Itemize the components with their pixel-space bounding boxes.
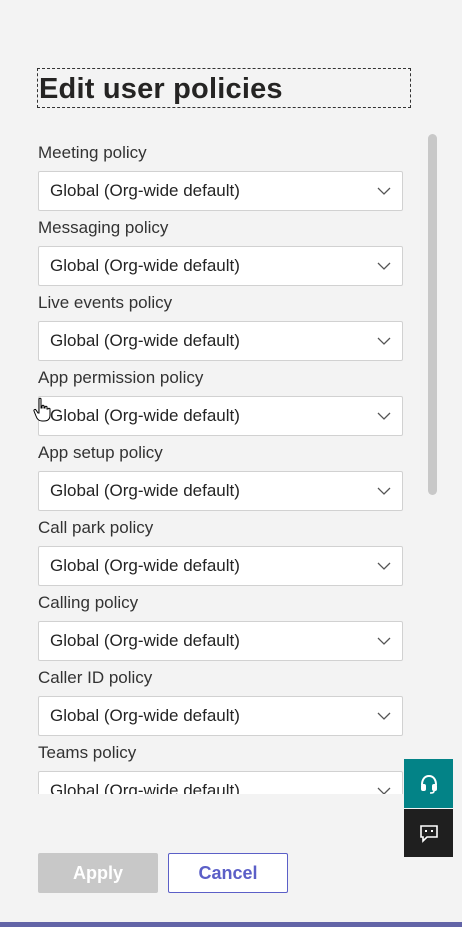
calling-policy-label: Calling policy: [38, 593, 139, 612]
chevron-down-icon: [377, 787, 391, 794]
chevron-down-icon: [377, 712, 391, 720]
app-setup-policy-field: App setup policy Global (Org-wide defaul…: [38, 443, 403, 511]
teams-policy-value: Global (Org-wide default): [50, 781, 240, 794]
help-button[interactable]: [404, 759, 453, 808]
call-park-policy-label: Call park policy: [38, 518, 154, 537]
calling-policy-dropdown[interactable]: Global (Org-wide default): [38, 621, 403, 661]
app-permission-policy-dropdown[interactable]: Global (Org-wide default): [38, 396, 403, 436]
chevron-down-icon: [377, 487, 391, 495]
calling-policy-value: Global (Org-wide default): [50, 631, 240, 650]
caller-id-policy-label: Caller ID policy: [38, 668, 153, 687]
call-park-policy-value: Global (Org-wide default): [50, 556, 240, 575]
chevron-down-icon: [377, 412, 391, 420]
chevron-down-icon: [377, 187, 391, 195]
messaging-policy-field: Messaging policy Global (Org-wide defaul…: [38, 218, 403, 286]
chevron-down-icon: [377, 637, 391, 645]
chevron-down-icon: [377, 262, 391, 270]
meeting-policy-dropdown[interactable]: Global (Org-wide default): [38, 171, 403, 211]
calling-policy-field: Calling policy Global (Org-wide default): [38, 593, 403, 661]
headset-icon: [420, 774, 437, 794]
call-park-policy-field: Call park policy Global (Org-wide defaul…: [38, 518, 403, 586]
app-setup-policy-dropdown[interactable]: Global (Org-wide default): [38, 471, 403, 511]
app-permission-policy-label: App permission policy: [38, 368, 204, 387]
apply-button[interactable]: Apply: [38, 853, 158, 893]
messaging-policy-dropdown[interactable]: Global (Org-wide default): [38, 246, 403, 286]
app-setup-policy-value: Global (Org-wide default): [50, 481, 240, 500]
meeting-policy-value: Global (Org-wide default): [50, 181, 240, 200]
live-events-policy-label: Live events policy: [38, 293, 173, 312]
caller-id-policy-value: Global (Org-wide default): [50, 706, 240, 725]
live-events-policy-value: Global (Org-wide default): [50, 331, 240, 350]
teams-policy-dropdown[interactable]: Global (Org-wide default): [38, 771, 403, 794]
app-permission-policy-field: App permission policy Global (Org-wide d…: [38, 368, 403, 436]
app-setup-policy-label: App setup policy: [38, 443, 163, 462]
live-events-policy-field: Live events policy Global (Org-wide defa…: [38, 293, 403, 361]
policy-list: Meeting policy Global (Org-wide default)…: [0, 134, 462, 794]
scrollbar-thumb[interactable]: [428, 134, 437, 495]
page-title: Edit user policies: [37, 68, 411, 108]
panel-footer: Apply Cancel: [0, 853, 462, 893]
cancel-button[interactable]: Cancel: [168, 853, 288, 893]
feedback-icon: [419, 825, 438, 843]
live-events-policy-dropdown[interactable]: Global (Org-wide default): [38, 321, 403, 361]
teams-policy-label: Teams policy: [38, 743, 137, 762]
meeting-policy-label: Meeting policy: [38, 143, 147, 162]
hand-cursor-icon: [33, 397, 51, 422]
chevron-down-icon: [377, 337, 391, 345]
teams-policy-field: Teams policy Global (Org-wide default): [38, 743, 403, 794]
messaging-policy-label: Messaging policy: [38, 218, 169, 237]
brand-bottom-bar: [0, 922, 462, 927]
call-park-policy-dropdown[interactable]: Global (Org-wide default): [38, 546, 403, 586]
caller-id-policy-dropdown[interactable]: Global (Org-wide default): [38, 696, 403, 736]
messaging-policy-value: Global (Org-wide default): [50, 256, 240, 275]
meeting-policy-field: Meeting policy Global (Org-wide default): [38, 143, 403, 211]
chevron-down-icon: [377, 562, 391, 570]
feedback-button[interactable]: [404, 809, 453, 857]
app-permission-policy-value: Global (Org-wide default): [50, 406, 240, 425]
caller-id-policy-field: Caller ID policy Global (Org-wide defaul…: [38, 668, 403, 736]
